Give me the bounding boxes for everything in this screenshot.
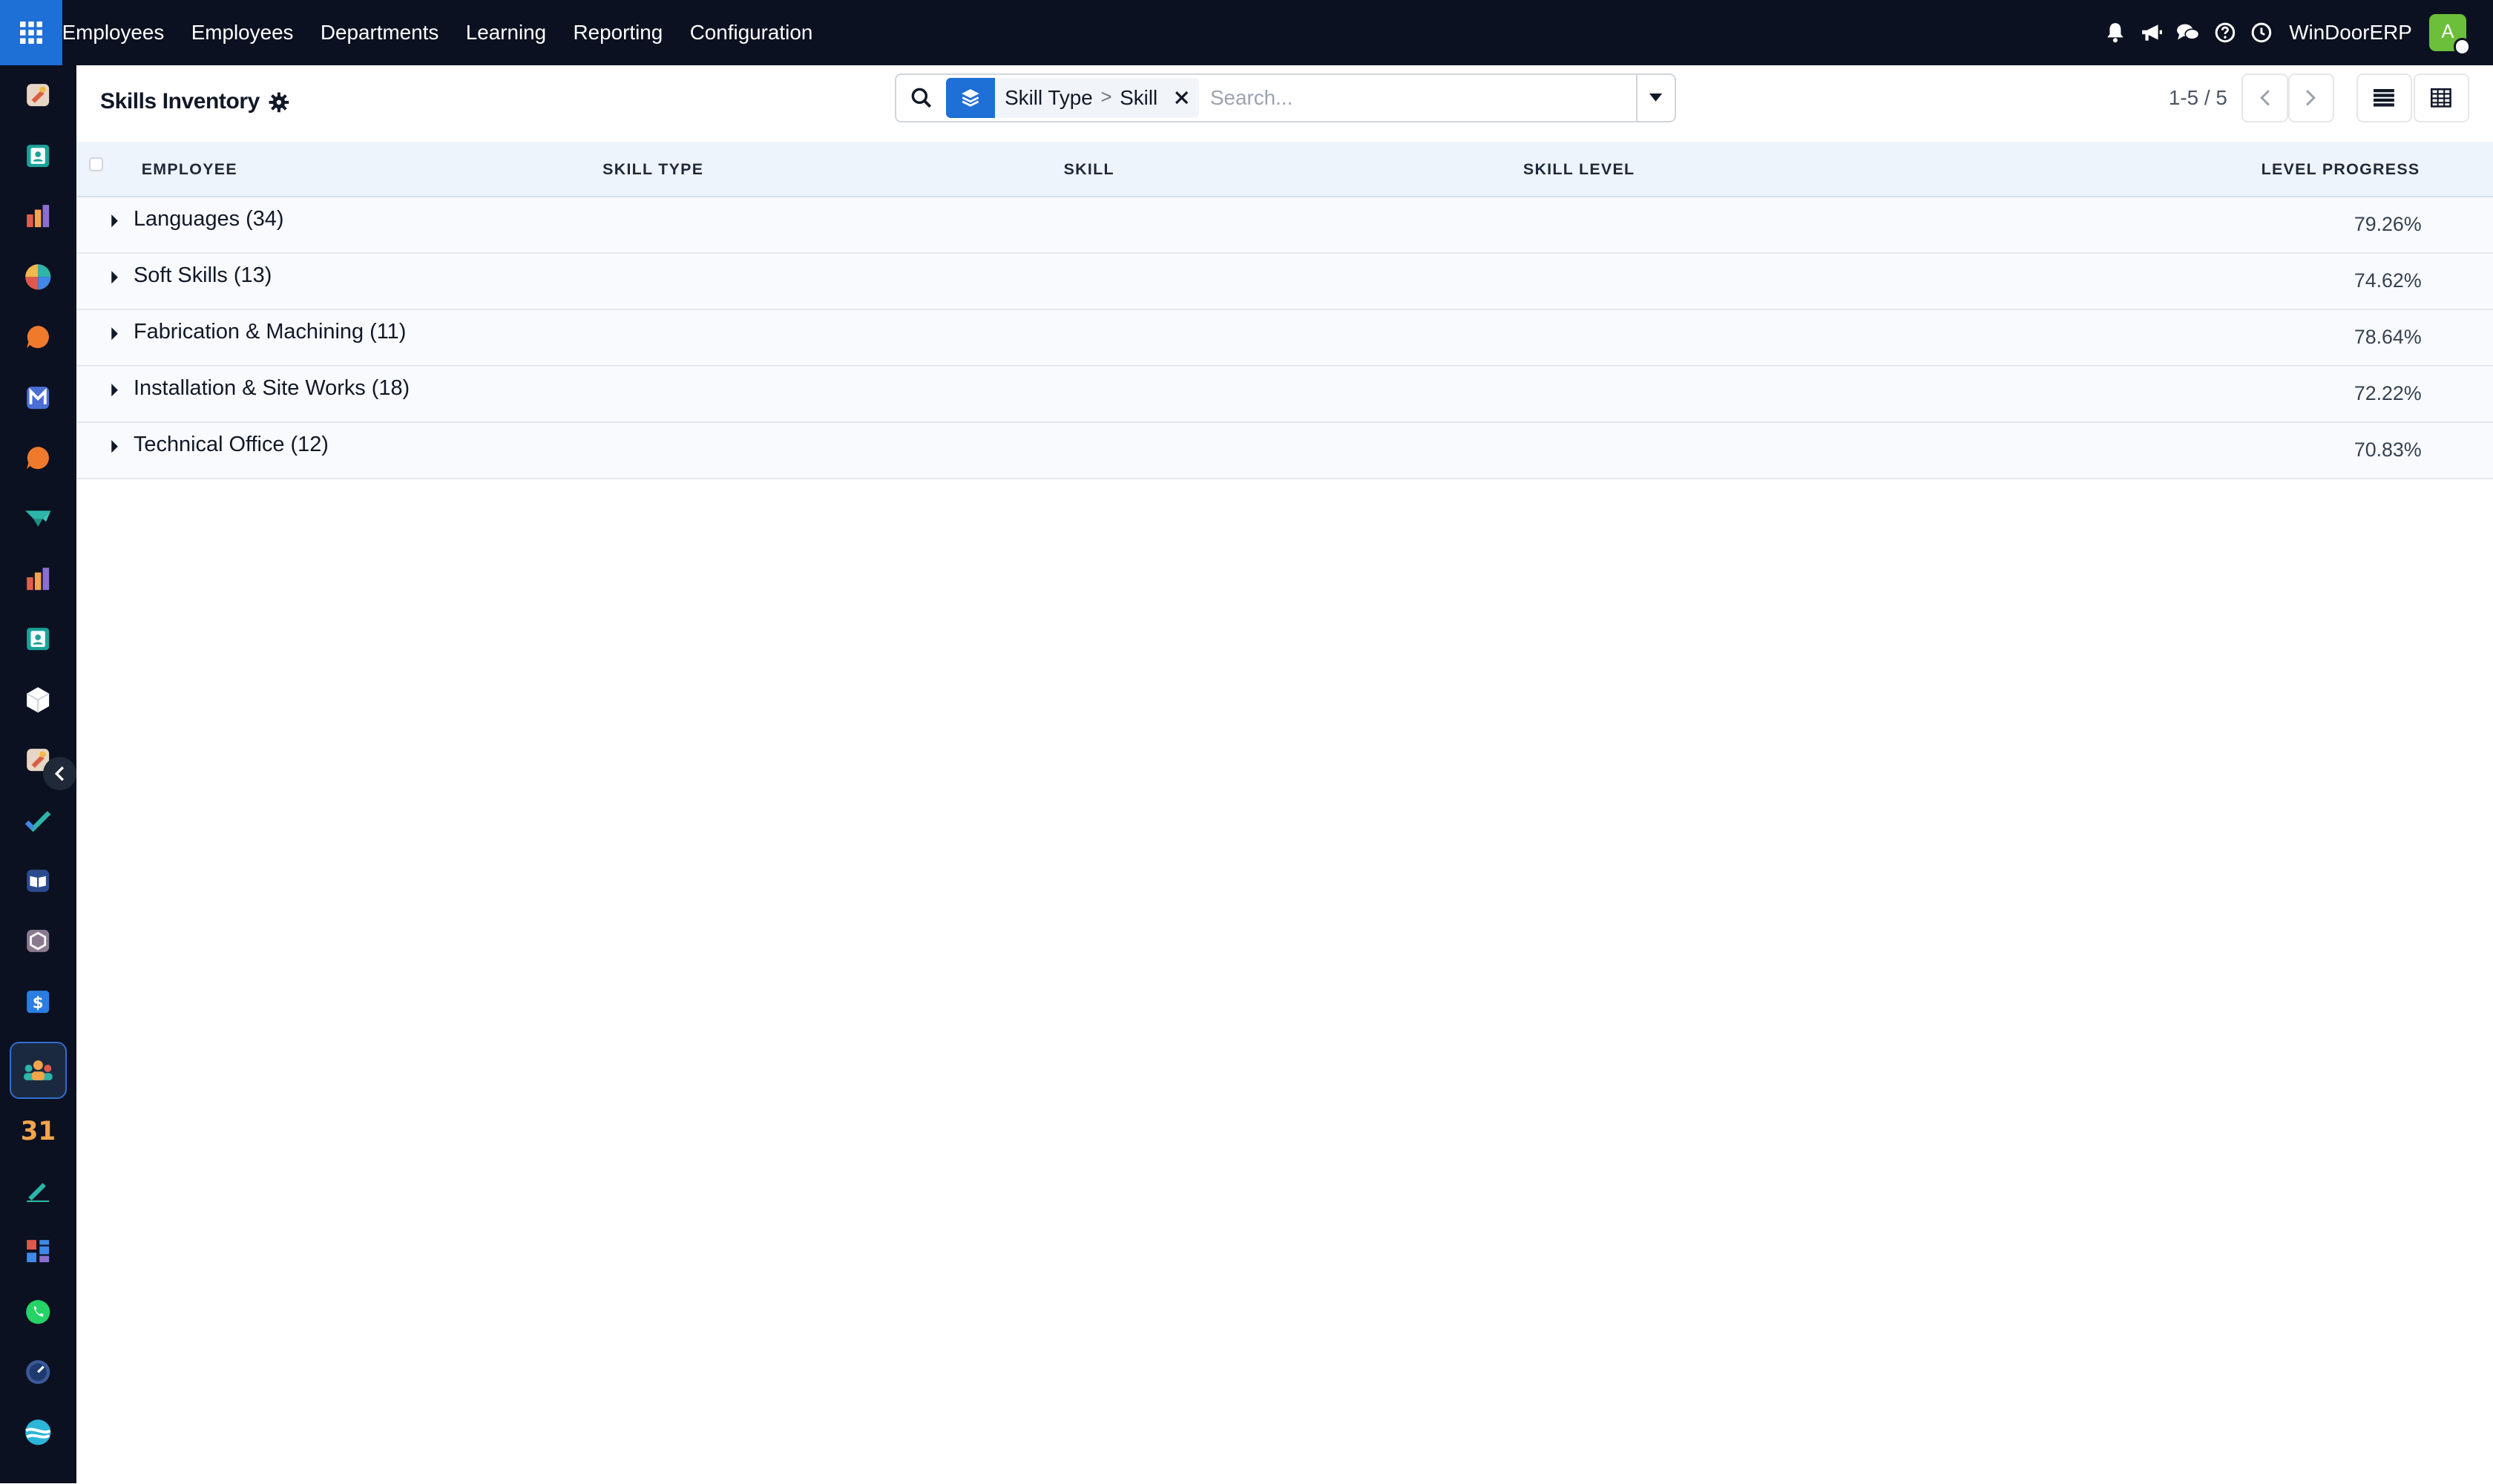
facet-value-skill-type: Skill Type	[1005, 85, 1093, 109]
top-navbar: Employees Employees Departments Learning…	[0, 0, 2493, 65]
menu-learning[interactable]: Learning	[466, 21, 546, 45]
caret-right-icon	[111, 214, 118, 228]
spreadsheet-app-icon[interactable]	[10, 1223, 67, 1280]
todo-app-icon[interactable]	[10, 792, 67, 849]
whatsapp-app-icon[interactable]	[10, 1283, 67, 1340]
group-label: Installation & Site Works (18)	[133, 375, 410, 400]
inventory-app-icon[interactable]	[10, 671, 67, 728]
skills-table: EMPLOYEE SKILL TYPE SKILL SKILL LEVEL LE…	[76, 141, 2493, 480]
chevron-left-icon	[54, 766, 64, 781]
group-level-progress: 70.83%	[2354, 439, 2422, 462]
group-row-soft-skills[interactable]: Soft Skills (13) 74.62%	[76, 253, 2493, 310]
group-level-progress: 72.22%	[2354, 382, 2422, 405]
search-input[interactable]	[1209, 85, 1637, 110]
search-options-toggle[interactable]	[1636, 74, 1674, 121]
calendar-app-icon[interactable]: 31	[10, 1102, 67, 1159]
caret-right-icon	[111, 440, 118, 453]
column-skill-type[interactable]: SKILL TYPE	[602, 160, 703, 179]
chevron-left-icon	[2260, 90, 2270, 106]
facet-value-skill: Skill	[1120, 85, 1158, 109]
gear-icon[interactable]	[269, 92, 289, 113]
employees-directory-app-icon[interactable]	[10, 611, 67, 668]
main-menu: Employees Employees Departments Learning…	[62, 0, 840, 65]
contacts-app-icon[interactable]	[10, 127, 67, 184]
clock-icon[interactable]	[2243, 0, 2279, 65]
bell-icon[interactable]	[2097, 0, 2133, 65]
reporting-app-icon[interactable]	[10, 188, 67, 245]
group-label: Soft Skills (13)	[133, 263, 272, 287]
app-sidebar: $ 31	[0, 65, 76, 1484]
app-name[interactable]: Employees	[62, 21, 165, 45]
groupby-facet: Skill Type > Skill	[945, 77, 1199, 118]
svg-text:$: $	[33, 994, 44, 1013]
dashboards-app-icon[interactable]	[10, 550, 67, 607]
caret-right-icon	[111, 327, 118, 341]
search-icon[interactable]	[896, 73, 945, 122]
list-view-button[interactable]	[2356, 73, 2412, 122]
discuss-app-icon[interactable]	[10, 67, 67, 124]
pager-value[interactable]: 1-5 / 5	[2169, 86, 2227, 110]
menu-configuration[interactable]: Configuration	[690, 21, 813, 45]
column-skill[interactable]: SKILL	[1064, 160, 1114, 179]
systray: WinDoorERP A	[2097, 0, 2493, 65]
megaphone-icon[interactable]	[2133, 0, 2170, 65]
group-row-installation-site-works[interactable]: Installation & Site Works (18) 72.22%	[76, 366, 2493, 423]
control-panel: Skills Inventory Skill Type > Skill Sear…	[76, 65, 2493, 142]
accounting-app-icon[interactable]: $	[10, 973, 67, 1030]
select-all-checkbox[interactable]	[88, 157, 104, 172]
crm-app-icon[interactable]	[10, 248, 67, 305]
menu-employees[interactable]: Employees	[191, 21, 294, 45]
facet-separator: >	[1100, 87, 1112, 108]
email-marketing-app-icon[interactable]	[10, 369, 67, 426]
group-label: Technical Office (12)	[133, 432, 329, 456]
group-level-progress: 79.26%	[2354, 213, 2422, 236]
pager-next-button[interactable]	[2287, 73, 2334, 122]
employees-app-icon[interactable]	[9, 1041, 67, 1099]
pivot-view-button[interactable]	[2413, 73, 2469, 122]
close-icon[interactable]	[1167, 78, 1196, 118]
grid-icon	[19, 21, 42, 44]
chat-icon[interactable]	[2170, 0, 2207, 65]
group-level-progress: 78.64%	[2354, 326, 2422, 349]
avatar[interactable]: A	[2429, 14, 2471, 56]
svg-text:31: 31	[22, 1117, 54, 1143]
caret-right-icon	[111, 384, 118, 397]
group-label: Languages (34)	[133, 206, 284, 231]
timesheets-app-icon[interactable]	[10, 1344, 67, 1401]
group-row-fabrication-machining[interactable]: Fabrication & Machining (11) 78.64%	[76, 309, 2493, 367]
page-title: Skills Inventory	[99, 88, 260, 114]
group-label: Fabrication & Machining (11)	[133, 319, 407, 344]
caret-right-icon	[111, 271, 118, 284]
chat-app-icon[interactable]	[10, 430, 67, 487]
livechat-app-icon[interactable]	[10, 309, 67, 366]
avatar-letter: A	[2441, 22, 2454, 43]
pager-previous-button[interactable]	[2241, 73, 2288, 122]
table-icon	[2431, 88, 2452, 108]
products-app-icon[interactable]	[10, 913, 67, 970]
project-app-icon[interactable]	[10, 490, 67, 547]
website-app-icon[interactable]	[10, 1404, 67, 1461]
menu-departments[interactable]: Departments	[321, 21, 439, 45]
app-switcher-button[interactable]	[0, 0, 62, 65]
group-row-technical-office[interactable]: Technical Office (12) 70.83%	[76, 422, 2493, 480]
menu-reporting[interactable]: Reporting	[574, 21, 663, 45]
help-icon[interactable]	[2207, 0, 2243, 65]
column-skill-level[interactable]: SKILL LEVEL	[1523, 160, 1635, 179]
knowledge-app-icon[interactable]	[10, 853, 67, 910]
search-bar: Skill Type > Skill	[895, 73, 1676, 122]
chevron-right-icon	[2306, 90, 2316, 106]
caret-down-icon	[1649, 93, 1663, 102]
sign-app-icon[interactable]	[10, 1162, 67, 1219]
table-header: EMPLOYEE SKILL TYPE SKILL SKILL LEVEL LE…	[76, 141, 2493, 197]
sidebar-collapse-button[interactable]	[42, 757, 76, 790]
status-dot	[2453, 38, 2471, 56]
column-level-progress[interactable]: LEVEL PROGRESS	[2262, 160, 2420, 179]
list-icon	[2374, 88, 2395, 107]
layers-icon	[945, 77, 996, 118]
column-employee[interactable]: EMPLOYEE	[142, 160, 237, 179]
group-row-languages[interactable]: Languages (34) 79.26%	[76, 197, 2493, 254]
company-switcher[interactable]: WinDoorERP	[2289, 21, 2412, 45]
facet-values: Skill Type > Skill	[995, 86, 1167, 110]
group-level-progress: 74.62%	[2354, 269, 2422, 292]
